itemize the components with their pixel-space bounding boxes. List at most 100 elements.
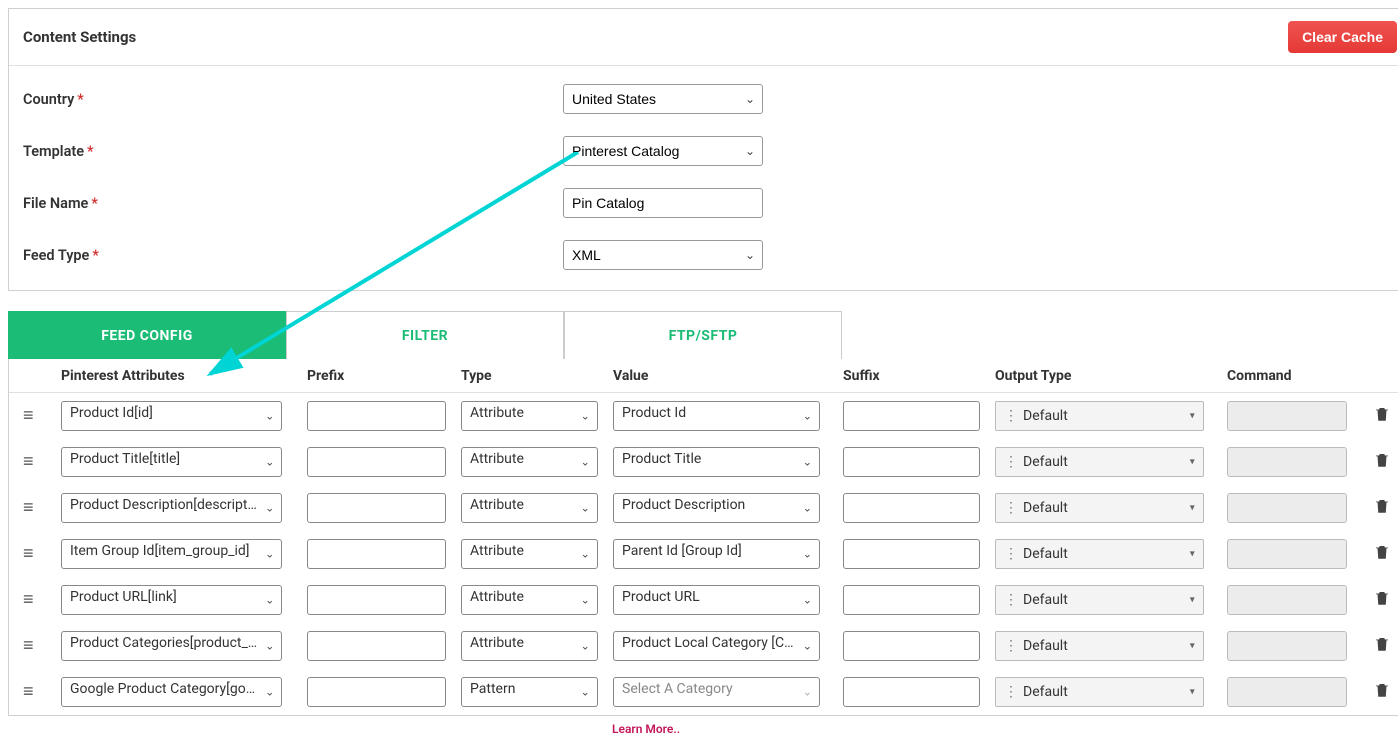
suffix-input[interactable] xyxy=(843,631,980,661)
attribute-select[interactable]: Product Categories[product_type]⌄ xyxy=(61,631,282,661)
suffix-input[interactable] xyxy=(843,539,980,569)
feedtype-label: Feed Type* xyxy=(23,247,563,264)
tab-feed-config[interactable]: FEED CONFIG xyxy=(8,311,286,359)
attribute-select[interactable]: Item Group Id[item_group_id]⌄ xyxy=(61,539,282,569)
command-input[interactable] xyxy=(1227,539,1347,569)
chevron-down-icon: ▾ xyxy=(1190,687,1195,698)
attribute-select[interactable]: Product Id[id]⌄ xyxy=(61,401,282,431)
delete-row-button[interactable] xyxy=(1373,687,1391,703)
delete-row-button[interactable] xyxy=(1373,595,1391,611)
header-command: Command xyxy=(1227,368,1367,384)
trash-icon xyxy=(1373,635,1391,653)
prefix-input[interactable] xyxy=(307,447,446,477)
drag-handle-icon[interactable]: ≡ xyxy=(23,635,34,656)
trash-icon xyxy=(1373,543,1391,561)
table-row: ≡ Product Id[id]⌄ Attribute⌄ Product Id⌄… xyxy=(9,393,1398,439)
prefix-input[interactable] xyxy=(307,493,446,523)
trash-icon xyxy=(1373,451,1391,469)
filename-label: File Name* xyxy=(23,195,563,212)
drag-handle-icon[interactable]: ≡ xyxy=(23,681,34,702)
output-type-select[interactable]: ⋮Default▾ xyxy=(995,585,1204,615)
template-select[interactable]: ⌄ xyxy=(563,136,763,166)
command-input[interactable] xyxy=(1227,447,1347,477)
drag-handle-icon[interactable]: ≡ xyxy=(23,543,34,564)
command-input[interactable] xyxy=(1227,401,1347,431)
type-select[interactable]: Attribute⌄ xyxy=(461,493,598,523)
chevron-down-icon: ▾ xyxy=(1190,457,1195,468)
type-select[interactable]: Attribute⌄ xyxy=(461,401,598,431)
header-attributes: Pinterest Attributes xyxy=(61,368,307,384)
chevron-down-icon: ▾ xyxy=(1190,411,1195,422)
template-label: Template* xyxy=(23,143,563,160)
table-row: ≡ Product URL[link]⌄ Attribute⌄ Product … xyxy=(9,577,1398,623)
value-select[interactable]: Product Local Category [Category]⌄ xyxy=(613,631,820,661)
command-input[interactable] xyxy=(1227,631,1347,661)
chevron-down-icon: ▾ xyxy=(1190,503,1195,514)
chevron-down-icon: ▾ xyxy=(1190,641,1195,652)
output-type-select[interactable]: ⋮Default▾ xyxy=(995,493,1204,523)
table-row: ≡ Google Product Category[google_product… xyxy=(9,669,1398,715)
chevron-down-icon: ▾ xyxy=(1190,549,1195,560)
value-select[interactable]: Product Id⌄ xyxy=(613,401,820,431)
attribute-select[interactable]: Product Title[title]⌄ xyxy=(61,447,282,477)
delete-row-button[interactable] xyxy=(1373,457,1391,473)
value-select[interactable]: Product Description⌄ xyxy=(613,493,820,523)
drag-handle-icon[interactable]: ≡ xyxy=(23,405,34,426)
trash-icon xyxy=(1373,589,1391,607)
suffix-input[interactable] xyxy=(843,493,980,523)
attribute-select[interactable]: Product URL[link]⌄ xyxy=(61,585,282,615)
value-select[interactable]: Parent Id [Group Id]⌄ xyxy=(613,539,820,569)
table-row: ≡ Product Description[description]⌄ Attr… xyxy=(9,485,1398,531)
command-input[interactable] xyxy=(1227,493,1347,523)
delete-row-button[interactable] xyxy=(1373,641,1391,657)
clear-cache-button[interactable]: Clear Cache xyxy=(1288,21,1397,53)
value-select[interactable]: Select A Category⌄ xyxy=(613,677,820,707)
learn-more-link[interactable]: Learn More.. xyxy=(8,722,1398,736)
suffix-input[interactable] xyxy=(843,401,980,431)
attribute-select[interactable]: Google Product Category[google_product_c… xyxy=(61,677,282,707)
header-value: Value xyxy=(613,368,843,384)
delete-row-button[interactable] xyxy=(1373,503,1391,519)
type-select[interactable]: Attribute⌄ xyxy=(461,585,598,615)
output-type-select[interactable]: ⋮Default▾ xyxy=(995,631,1204,661)
drag-handle-icon[interactable]: ≡ xyxy=(23,497,34,518)
prefix-input[interactable] xyxy=(307,585,446,615)
delete-row-button[interactable] xyxy=(1373,549,1391,565)
suffix-input[interactable] xyxy=(843,677,980,707)
feedtype-select[interactable]: ⌄ xyxy=(563,240,763,270)
command-input[interactable] xyxy=(1227,677,1347,707)
output-type-select[interactable]: ⋮Default▾ xyxy=(995,447,1204,477)
country-label: Country* xyxy=(23,91,563,108)
prefix-input[interactable] xyxy=(307,539,446,569)
header-type: Type xyxy=(461,368,613,384)
type-select[interactable]: Attribute⌄ xyxy=(461,447,598,477)
value-select[interactable]: Product Title⌄ xyxy=(613,447,820,477)
drag-handle-icon[interactable]: ≡ xyxy=(23,589,34,610)
output-type-select[interactable]: ⋮Default▾ xyxy=(995,677,1204,707)
prefix-input[interactable] xyxy=(307,401,446,431)
output-type-select[interactable]: ⋮Default▾ xyxy=(995,401,1204,431)
content-settings-panel: Content Settings Clear Cache Country* ⌄ … xyxy=(8,8,1398,291)
type-select[interactable]: Attribute⌄ xyxy=(461,631,598,661)
prefix-input[interactable] xyxy=(307,677,446,707)
delete-row-button[interactable] xyxy=(1373,411,1391,427)
value-select[interactable]: Product URL⌄ xyxy=(613,585,820,615)
command-input[interactable] xyxy=(1227,585,1347,615)
suffix-input[interactable] xyxy=(843,447,980,477)
attributes-table: Pinterest Attributes Prefix Type Value S… xyxy=(8,359,1398,716)
drag-handle-icon[interactable]: ≡ xyxy=(23,451,34,472)
tab-filter[interactable]: FILTER xyxy=(286,311,564,359)
country-select[interactable]: ⌄ xyxy=(563,84,763,114)
table-row: ≡ Item Group Id[item_group_id]⌄ Attribut… xyxy=(9,531,1398,577)
filename-input[interactable] xyxy=(563,188,763,218)
suffix-input[interactable] xyxy=(843,585,980,615)
trash-icon xyxy=(1373,681,1391,699)
output-type-select[interactable]: ⋮Default▾ xyxy=(995,539,1204,569)
chevron-down-icon: ▾ xyxy=(1190,595,1195,606)
type-select[interactable]: Attribute⌄ xyxy=(461,539,598,569)
table-row: ≡ Product Title[title]⌄ Attribute⌄ Produ… xyxy=(9,439,1398,485)
prefix-input[interactable] xyxy=(307,631,446,661)
attribute-select[interactable]: Product Description[description]⌄ xyxy=(61,493,282,523)
type-select[interactable]: Pattern⌄ xyxy=(461,677,598,707)
tab-ftp[interactable]: FTP/SFTP xyxy=(564,311,842,359)
